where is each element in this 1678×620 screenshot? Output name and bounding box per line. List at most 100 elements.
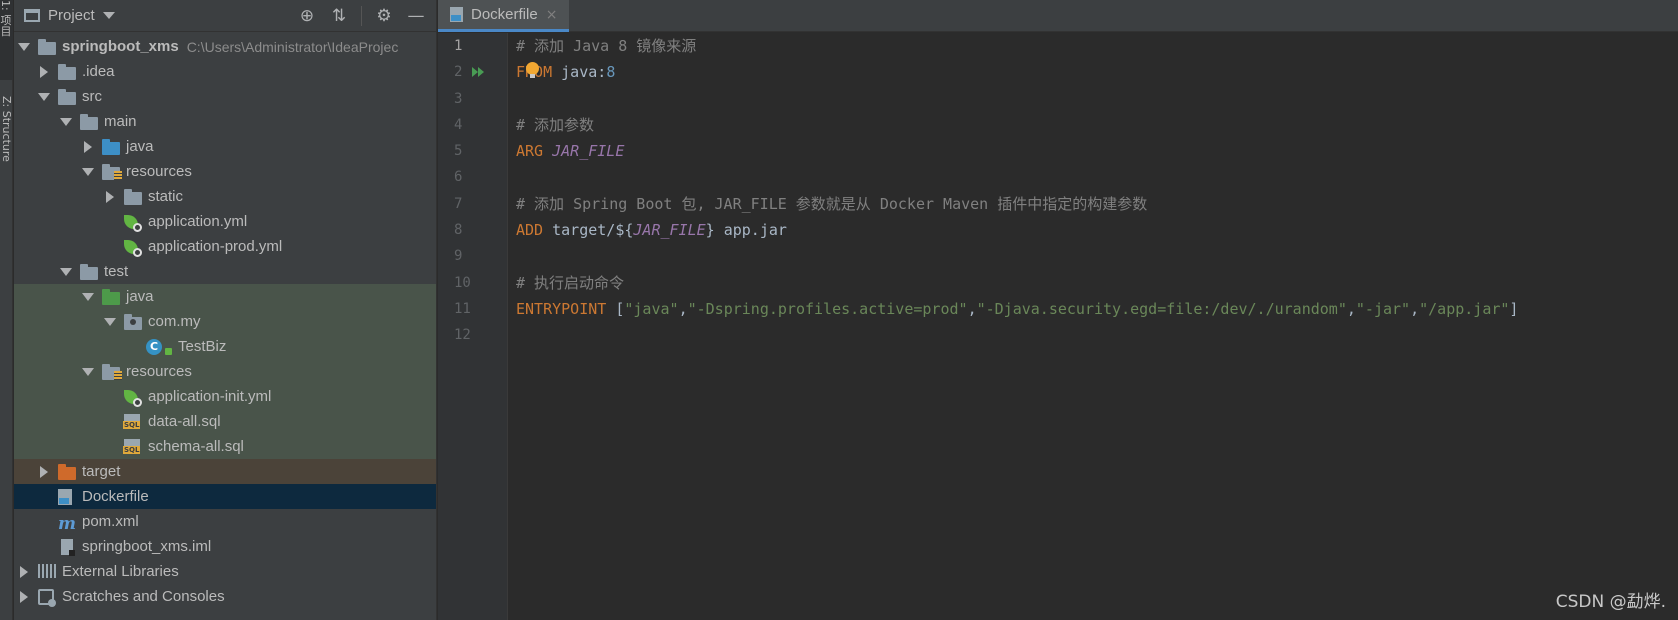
java-class-icon: C <box>146 338 172 355</box>
collapse-arrow-icon[interactable] <box>82 141 94 153</box>
tree-item-main-resources[interactable]: resources <box>14 159 436 184</box>
collapse-arrow-icon[interactable] <box>38 66 50 78</box>
tab-label: Dockerfile <box>471 6 538 23</box>
tree-item-label: springboot_xms.iml <box>82 538 212 555</box>
tree-item-label: com.my <box>148 313 201 330</box>
line-number: 10 <box>454 274 471 291</box>
tree-item-label: TestBiz <box>178 338 227 355</box>
tree-item-application-prod-yml[interactable]: application-prod.yml <box>14 234 436 259</box>
tree-item-label: schema-all.sql <box>148 438 244 455</box>
project-panel-toolbar: ⊕ ⇅ ⚙ — <box>297 5 436 26</box>
collapse-arrow-icon[interactable] <box>18 591 30 603</box>
comment: # 执行启动命令 <box>516 273 625 292</box>
string-literal: "-Dspring.profiles.active=prod" <box>687 299 968 318</box>
collapse-arrow-icon[interactable] <box>18 566 30 578</box>
code-text: , <box>1346 299 1356 318</box>
tree-item-label: java <box>126 138 154 155</box>
minimize-icon[interactable]: — <box>406 6 426 26</box>
tree-item-dockerfile[interactable]: Dockerfile <box>14 484 436 509</box>
expand-arrow-icon[interactable] <box>82 366 94 378</box>
code-line[interactable]: FROM java:8 <box>516 59 1678 85</box>
tree-item-test-java[interactable]: java <box>14 284 436 309</box>
folder-icon <box>124 188 142 205</box>
image-name: java: <box>552 63 607 82</box>
project-view-icon <box>24 9 40 22</box>
run-icon[interactable] <box>472 67 486 78</box>
chevron-down-icon[interactable] <box>102 12 115 19</box>
expand-arrow-icon[interactable] <box>82 291 94 303</box>
dockerfile-icon <box>58 488 76 505</box>
expand-arrow-icon[interactable] <box>60 116 72 128</box>
folder-icon <box>58 88 76 105</box>
toolbar-divider <box>361 5 362 26</box>
close-icon[interactable]: × <box>546 7 558 23</box>
tree-item-com-my[interactable]: com.my <box>14 309 436 334</box>
scratches-icon <box>38 588 56 607</box>
variable: JAR_FILE <box>633 221 706 240</box>
tree-item-label: target <box>82 463 121 480</box>
tree-item-src[interactable]: src <box>14 84 436 109</box>
tab-dockerfile[interactable]: Dockerfile × <box>438 0 570 32</box>
tree-item-application-yml[interactable]: application.yml <box>14 209 436 234</box>
tree-item-external-libraries[interactable]: External Libraries <box>14 559 436 584</box>
expand-arrow-icon[interactable] <box>82 166 94 178</box>
code-line[interactable]: ENTRYPOINT ["java","-Dspring.profiles.ac… <box>516 296 1678 322</box>
line-number: 8 <box>454 222 463 239</box>
tree-item-main[interactable]: main <box>14 109 436 134</box>
code-line[interactable]: # 添加 Spring Boot 包, JAR_FILE 参数就是从 Docke… <box>516 191 1678 217</box>
comment: # 添加参数 <box>516 115 595 134</box>
code-line[interactable] <box>516 164 1678 190</box>
code-line[interactable]: # 添加 Java 8 镜像来源 <box>516 33 1678 59</box>
tree-item-pom-xml[interactable]: m pom.xml <box>14 509 436 534</box>
tree-item-testbiz[interactable]: C TestBiz <box>14 334 436 359</box>
code-line[interactable]: # 执行启动命令 <box>516 270 1678 296</box>
expand-arrow-icon[interactable] <box>38 91 50 103</box>
code-line[interactable]: ADD target/${JAR_FILE} app.jar <box>516 217 1678 243</box>
editor-area: Dockerfile × 1 2 3 4 5 6 7 8 9 10 11 12 … <box>438 0 1678 620</box>
image-version: 8 <box>606 63 616 82</box>
tree-item-scratches[interactable]: Scratches and Consoles <box>14 584 436 609</box>
module-folder-icon <box>38 38 56 55</box>
tree-item-application-init-yml[interactable]: application-init.yml <box>14 384 436 409</box>
locate-icon[interactable]: ⊕ <box>297 6 317 26</box>
tree-item-test-resources[interactable]: resources <box>14 359 436 384</box>
expand-arrow-icon[interactable] <box>104 316 116 328</box>
code-line[interactable] <box>516 322 1678 348</box>
tree-item-root[interactable]: springboot_xms C:\Users\Administrator\Id… <box>14 34 436 59</box>
collapse-arrow-icon[interactable] <box>38 466 50 478</box>
collapse-all-icon[interactable]: ⇅ <box>329 6 349 26</box>
project-panel-title[interactable]: Project <box>48 7 95 24</box>
line-number-gutter: 1 2 3 4 5 6 7 8 9 10 11 12 <box>438 33 508 620</box>
expand-arrow-icon[interactable] <box>60 266 72 278</box>
project-path: C:\Users\Administrator\IdeaProjec <box>186 38 399 55</box>
tree-item-target[interactable]: target <box>14 459 436 484</box>
tree-item-main-java[interactable]: java <box>14 134 436 159</box>
collapse-arrow-icon[interactable] <box>104 191 116 203</box>
code-line[interactable] <box>516 86 1678 112</box>
line-number: 7 <box>454 195 463 212</box>
line-number: 1 <box>454 38 463 54</box>
string-literal: "-jar" <box>1355 299 1411 318</box>
expand-arrow-icon[interactable] <box>18 41 30 53</box>
project-tool-tab[interactable]: 1: 项目 <box>0 0 13 80</box>
code-line[interactable]: ARG JAR_FILE <box>516 138 1678 164</box>
tree-item-schema-all-sql[interactable]: schema-all.sql <box>14 434 436 459</box>
tree-item-label: application-prod.yml <box>148 238 283 255</box>
tree-item-label: java <box>126 288 154 305</box>
tree-item-test[interactable]: test <box>14 259 436 284</box>
tree-item-iml[interactable]: springboot_xms.iml <box>14 534 436 559</box>
line-number: 4 <box>454 116 463 133</box>
code-line[interactable]: # 添加参数 <box>516 112 1678 138</box>
gear-icon[interactable]: ⚙ <box>374 6 394 26</box>
project-panel-header: Project ⊕ ⇅ ⚙ — <box>14 0 436 32</box>
string-literal: "-Djava.security.egd=file:/dev/./urandom… <box>976 299 1347 318</box>
tree-item-label: application.yml <box>148 213 248 230</box>
tree-item-idea[interactable]: .idea <box>14 59 436 84</box>
structure-tool-tab[interactable]: Z: Structure <box>0 96 13 192</box>
code-editor[interactable]: # 添加 Java 8 镜像来源 FROM java:8 # 添加参数 ARG … <box>516 33 1678 349</box>
tree-item-static[interactable]: static <box>14 184 436 209</box>
code-line[interactable] <box>516 243 1678 269</box>
tree-item-data-all-sql[interactable]: data-all.sql <box>14 409 436 434</box>
tree-item-label: Dockerfile <box>82 488 149 505</box>
tree-item-label: springboot_xms <box>62 38 179 55</box>
